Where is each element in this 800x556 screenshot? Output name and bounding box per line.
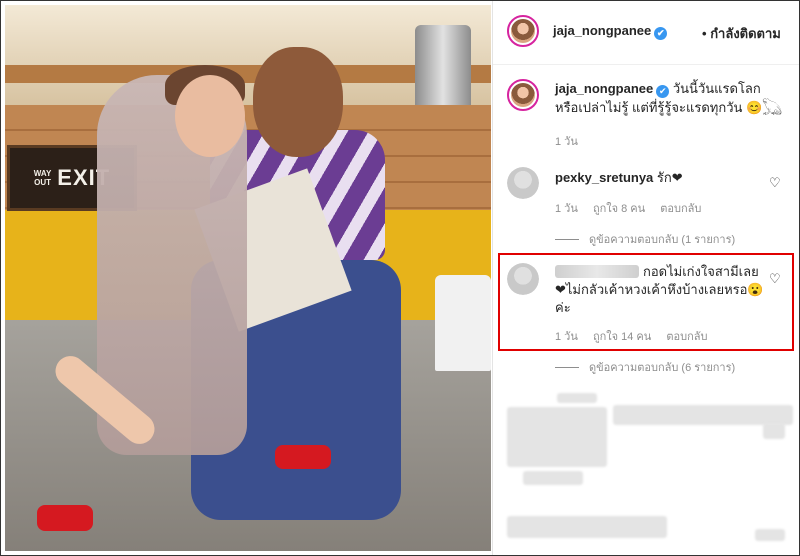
post-header: jaja_nongpanee ✔ • กำลังติดตาม: [493, 1, 799, 65]
blurred-content: [613, 405, 793, 425]
comment-2-view-replies[interactable]: ดูข้อความตอบกลับ (6 รายการ): [555, 358, 735, 376]
post-photo[interactable]: WAY OUT EXIT: [5, 5, 491, 551]
replies-line: [555, 238, 579, 240]
comment-2-meta: 1 วัน ถูกใจ 14 คน ตอบกลับ: [555, 327, 720, 345]
post-sidebar: jaja_nongpanee ✔ • กำลังติดตาม jaja_nongp…: [492, 1, 799, 555]
verified-badge-icon: ✔: [654, 27, 668, 40]
blurred-content: [523, 471, 583, 485]
caption-time[interactable]: 1 วัน: [555, 136, 578, 148]
exit-sign-top-text: WAY: [33, 169, 52, 178]
comment-2-reply-button[interactable]: ตอบกลับ: [666, 331, 707, 343]
photo-red-shoe-left: [37, 505, 93, 531]
comment-2-likes[interactable]: ถูกใจ 14 คน: [593, 331, 651, 343]
photo-trash-bin: [435, 275, 491, 371]
blurred-content: [507, 516, 667, 538]
comment-avatar[interactable]: [507, 167, 539, 199]
comment-1: pexky_sretunya รัก❤: [555, 169, 765, 187]
caption-username[interactable]: jaja_nongpanee: [555, 81, 653, 96]
replies-line: [555, 366, 579, 368]
caption-meta: 1 วัน: [555, 132, 590, 150]
header-username-row: jaja_nongpanee ✔: [553, 23, 668, 40]
comment-1-likes[interactable]: ถูกใจ 8 คน: [593, 203, 645, 215]
comment-2-view-replies-text[interactable]: ดูข้อความตอบกลับ (6 รายการ): [589, 358, 735, 376]
photo-red-shoe-right: [275, 445, 331, 469]
comment-1-username[interactable]: pexky_sretunya: [555, 170, 653, 185]
exit-sign-bottom-text: OUT: [34, 178, 51, 187]
header-separator: •: [702, 26, 707, 41]
following-button[interactable]: กำลังติดตาม: [710, 26, 781, 41]
comment-2-time[interactable]: 1 วัน: [555, 331, 578, 343]
caption-verified-icon: ✔: [656, 85, 670, 98]
comment-2-avatar[interactable]: [507, 263, 539, 295]
blurred-content: [763, 423, 785, 439]
comment-1-view-replies-text[interactable]: ดูข้อความตอบกลับ (1 รายการ): [589, 230, 735, 248]
comment-1-time[interactable]: 1 วัน: [555, 203, 578, 215]
comment-1-reply-button[interactable]: ตอบกลับ: [660, 203, 701, 215]
blurred-content: [755, 529, 785, 541]
caption-avatar[interactable]: [507, 79, 539, 111]
comment-1-text: รัก❤: [656, 170, 683, 185]
header-username[interactable]: jaja_nongpanee: [553, 23, 651, 38]
follow-status[interactable]: • กำลังติดตาม: [702, 23, 781, 44]
comment-1-meta: 1 วัน ถูกใจ 8 คน ตอบกลับ: [555, 199, 713, 217]
blurred-content: [507, 407, 607, 467]
screenshot-frame: WAY OUT EXIT jaja_nongpanee ✔ • กำลังติดต…: [0, 0, 800, 556]
post-caption: jaja_nongpanee ✔ วันนี้วันแรดโลก หรือเปล่…: [555, 79, 787, 117]
comment-2-text: กอดไม่เก่งใจสามีเลย ❤ไม่กลัวเค้าหวงเค้าห…: [555, 264, 764, 315]
exit-sign-way-out: WAY OUT: [34, 169, 52, 187]
blurred-content: [557, 393, 597, 403]
photo-man-head: [253, 47, 343, 157]
author-avatar[interactable]: [507, 15, 539, 47]
photo-woman-head: [175, 75, 245, 157]
comment-1-view-replies[interactable]: ดูข้อความตอบกลับ (1 รายการ): [555, 230, 735, 248]
comment-1-like-heart-icon[interactable]: ♡: [769, 175, 781, 191]
comment-2-like-heart-icon[interactable]: ♡: [769, 271, 781, 287]
comment-2: กอดไม่เก่งใจสามีเลย ❤ไม่กลัวเค้าหวงเค้าห…: [555, 263, 767, 317]
